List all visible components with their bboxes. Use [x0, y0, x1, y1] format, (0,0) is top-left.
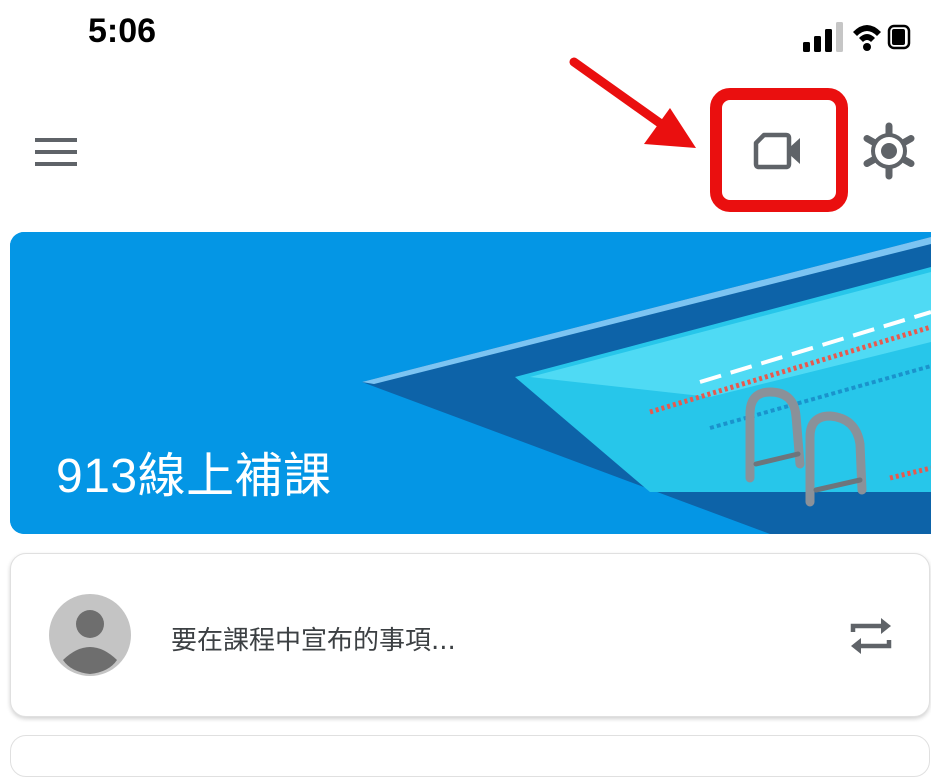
status-icons: [803, 22, 911, 52]
repost-icon[interactable]: [845, 610, 897, 662]
avatar-icon: [49, 594, 131, 676]
gear-icon[interactable]: [858, 120, 920, 182]
annotation-arrow: [569, 57, 696, 148]
status-time: 5:06: [88, 12, 157, 50]
announcement-card[interactable]: 要在課程中宣布的事項...: [10, 553, 930, 717]
menu-icon[interactable]: [30, 130, 82, 174]
class-banner[interactable]: 913線上補課: [10, 232, 931, 534]
status-bar: 5:06: [0, 0, 931, 70]
class-title: 913線上補課: [56, 450, 332, 503]
highlight-box: [710, 88, 848, 212]
signal-icon: [803, 22, 843, 52]
next-card: [10, 735, 930, 777]
battery-icon: [887, 24, 911, 50]
announce-input[interactable]: 要在課程中宣布的事項...: [171, 620, 456, 657]
wifi-icon: [853, 25, 881, 51]
